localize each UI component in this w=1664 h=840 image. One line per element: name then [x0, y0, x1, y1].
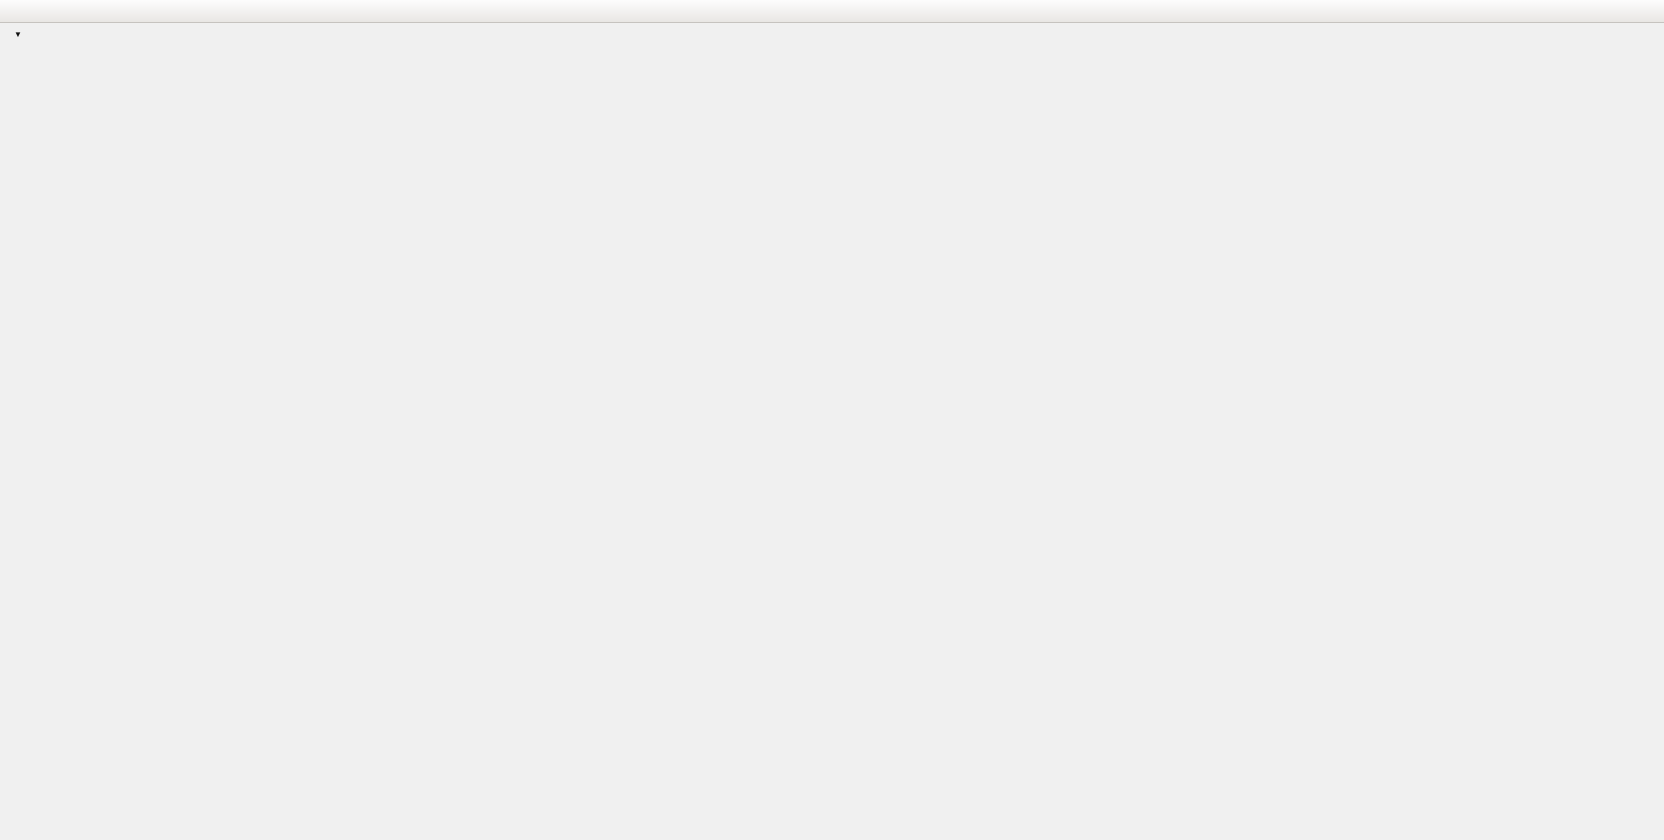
chart-dropdown-icon[interactable]: ▼ [14, 30, 22, 39]
price-chart [8, 22, 1664, 840]
chart-title: ▼ [14, 27, 35, 41]
toolbar [0, 0, 1664, 23]
mt4-terminal: ▼ [0, 0, 1664, 840]
